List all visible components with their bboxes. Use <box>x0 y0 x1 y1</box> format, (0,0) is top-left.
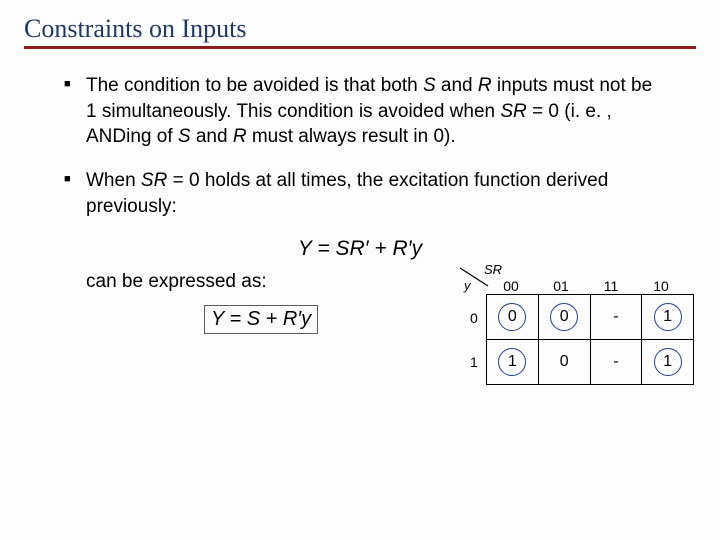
kmap-cell: 1 <box>642 295 694 340</box>
bullet-2: When SR = 0 holds at all times, the exci… <box>64 168 666 219</box>
kmap-row-var: y <box>464 278 471 293</box>
kmap-val: 0 <box>508 308 517 325</box>
kmap-row: 0 0 - 1 <box>487 295 694 340</box>
kmap-col-headers: 00 01 11 10 <box>486 278 686 294</box>
kmap-col-10: 10 <box>636 278 686 294</box>
kmap-cell: 0 <box>538 340 590 385</box>
kmap-val: 1 <box>663 353 672 370</box>
kmap-row-0: 0 <box>470 310 478 326</box>
slide-title: Constraints on Inputs <box>24 14 696 44</box>
kmap-val: 0 <box>560 353 569 370</box>
kmap-val: - <box>613 353 618 370</box>
kmap-row-1: 1 <box>470 354 478 370</box>
kmap-col-11: 11 <box>586 278 636 294</box>
kmap-cell: 0 <box>538 295 590 340</box>
kmap-cell: 1 <box>487 340 539 385</box>
kmap-val: - <box>613 308 618 325</box>
kmap-val: 1 <box>663 308 672 325</box>
kmap-cell: 1 <box>642 340 694 385</box>
bullet-list: The condition to be avoided is that both… <box>64 73 666 219</box>
kmap-cell: - <box>590 340 642 385</box>
slide: Constraints on Inputs The condition to b… <box>0 0 720 540</box>
kmap-row: 1 0 - 1 <box>487 340 694 385</box>
kmap-cell: 0 <box>487 295 539 340</box>
equation-2: Y = S + R′y <box>204 305 318 334</box>
equation-1: Y = SR′ + R′y <box>24 237 696 261</box>
kmap-col-00: 00 <box>486 278 536 294</box>
kmap-grid: 0 0 - 1 1 0 - 1 <box>486 294 694 385</box>
title-rule <box>24 46 696 49</box>
kmap-cell: - <box>590 295 642 340</box>
kmap-col-01: 01 <box>536 278 586 294</box>
kmap-val: 0 <box>560 308 569 325</box>
kmap-col-var: SR <box>484 262 502 277</box>
bullet-1: The condition to be avoided is that both… <box>64 73 666 150</box>
kmap-val: 1 <box>508 353 517 370</box>
